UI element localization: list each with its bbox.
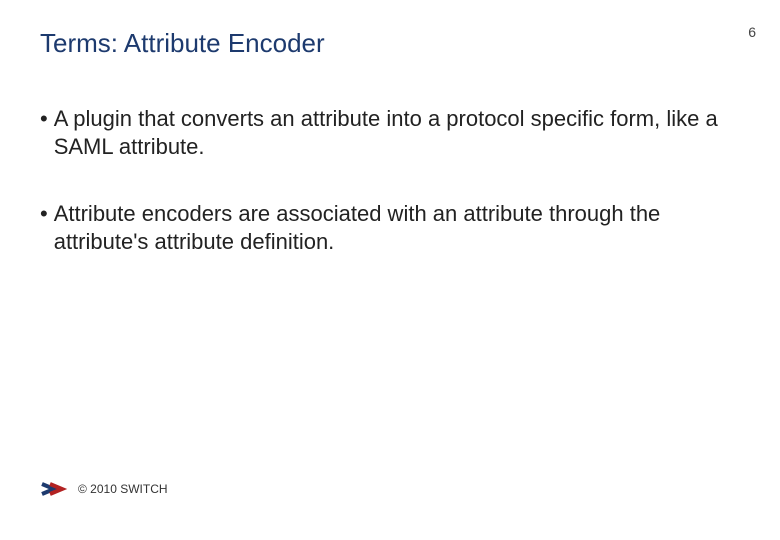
list-item: • A plugin that converts an attribute in… <box>40 105 740 160</box>
bullet-dot-icon: • <box>40 200 54 255</box>
bullet-list: • A plugin that converts an attribute in… <box>40 105 740 255</box>
bullet-text: Attribute encoders are associated with a… <box>54 200 740 255</box>
list-item: • Attribute encoders are associated with… <box>40 200 740 255</box>
slide-title: Terms: Attribute Encoder <box>40 28 740 59</box>
slide: 6 Terms: Attribute Encoder • A plugin th… <box>0 0 780 540</box>
bullet-dot-icon: • <box>40 105 54 160</box>
switch-logo-icon <box>40 478 68 500</box>
bullet-text: A plugin that converts an attribute into… <box>54 105 740 160</box>
copyright-text: © 2010 SWITCH <box>78 482 168 496</box>
footer: © 2010 SWITCH <box>40 478 168 500</box>
page-number: 6 <box>748 24 756 40</box>
